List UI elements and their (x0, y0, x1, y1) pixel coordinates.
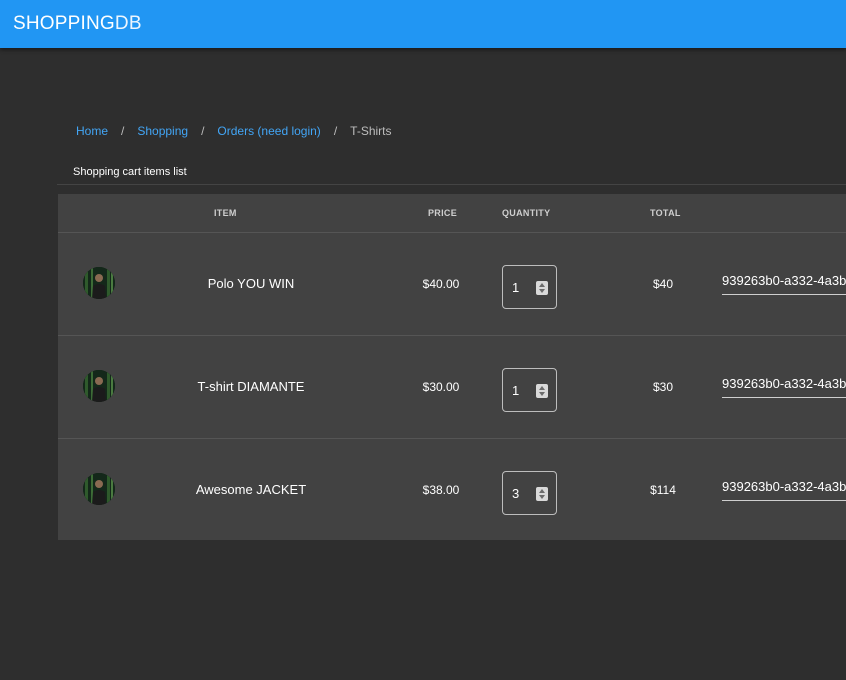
quantity-stepper[interactable]: 1 (502, 265, 557, 309)
column-header-item[interactable]: ITEM (214, 208, 237, 218)
product-avatar (83, 370, 115, 402)
section-title: Shopping cart items list (73, 166, 187, 178)
column-header-quantity[interactable]: QUANTITY (502, 208, 550, 218)
item-name: Polo YOU WIN (207, 276, 295, 291)
breadcrumb-orders[interactable]: Orders (need login) (217, 124, 320, 138)
app-title-strong: SHOPPING (13, 13, 115, 34)
item-id-field[interactable]: 939263b0-a332-4a3b- (722, 270, 846, 295)
product-avatar (83, 267, 115, 299)
cart-table: ITEM PRICE QUANTITY TOTAL Polo YOU WIN $… (58, 194, 846, 540)
product-image (83, 473, 115, 505)
quantity-value[interactable]: 3 (512, 486, 519, 501)
item-id-value[interactable]: 939263b0-a332-4a3b- (722, 376, 846, 391)
breadcrumb-separator: / (121, 124, 125, 138)
item-id-value[interactable]: 939263b0-a332-4a3b- (722, 479, 846, 494)
product-image (83, 370, 115, 402)
item-price: $38.00 (422, 483, 460, 497)
section-divider (57, 184, 846, 185)
quantity-stepper[interactable]: 3 (502, 471, 557, 515)
app-title[interactable]: SHOPPINGDB (13, 13, 142, 35)
chevron-down-icon[interactable] (539, 289, 545, 293)
item-name: Awesome JACKET (195, 482, 307, 497)
spinner-icon[interactable] (536, 384, 548, 398)
chevron-down-icon[interactable] (539, 495, 545, 499)
chevron-up-icon[interactable] (539, 386, 545, 390)
item-total: $114 (650, 483, 676, 497)
spinner-icon[interactable] (536, 281, 548, 295)
item-total: $40 (652, 277, 674, 291)
table-row: Polo YOU WIN $40.00 1 $40 939263b0-a332-… (58, 233, 846, 336)
chevron-up-icon[interactable] (539, 489, 545, 493)
breadcrumb-current: T-Shirts (350, 124, 392, 138)
item-price: $30.00 (422, 380, 460, 394)
item-id-value[interactable]: 939263b0-a332-4a3b- (722, 273, 846, 288)
table-header: ITEM PRICE QUANTITY TOTAL (58, 194, 846, 233)
breadcrumb: Home / Shopping / Orders (need login) / … (76, 124, 392, 138)
app-title-light: DB (114, 13, 142, 34)
chevron-down-icon[interactable] (539, 392, 545, 396)
quantity-stepper[interactable]: 1 (502, 368, 557, 412)
chevron-up-icon[interactable] (539, 283, 545, 287)
app-bar: SHOPPINGDB (0, 0, 846, 48)
quantity-value[interactable]: 1 (512, 280, 519, 295)
item-total: $30 (652, 380, 674, 394)
breadcrumb-separator: / (201, 124, 205, 138)
column-header-price[interactable]: PRICE (428, 208, 457, 218)
spinner-icon[interactable] (536, 487, 548, 501)
table-row: T-shirt DIAMANTE $30.00 1 $30 939263b0-a… (58, 336, 846, 439)
product-image (83, 267, 115, 299)
breadcrumb-separator: / (333, 124, 338, 138)
item-id-field[interactable]: 939263b0-a332-4a3b- (722, 476, 846, 501)
item-name: T-shirt DIAMANTE (197, 379, 305, 394)
item-price: $40.00 (422, 277, 460, 291)
breadcrumb-shopping[interactable]: Shopping (137, 124, 188, 138)
breadcrumb-home[interactable]: Home (76, 124, 108, 138)
item-id-field[interactable]: 939263b0-a332-4a3b- (722, 373, 846, 398)
product-avatar (83, 473, 115, 505)
quantity-value[interactable]: 1 (512, 383, 519, 398)
column-header-total[interactable]: TOTAL (650, 208, 681, 218)
table-row: Awesome JACKET $38.00 3 $114 939263b0-a3… (58, 439, 846, 540)
